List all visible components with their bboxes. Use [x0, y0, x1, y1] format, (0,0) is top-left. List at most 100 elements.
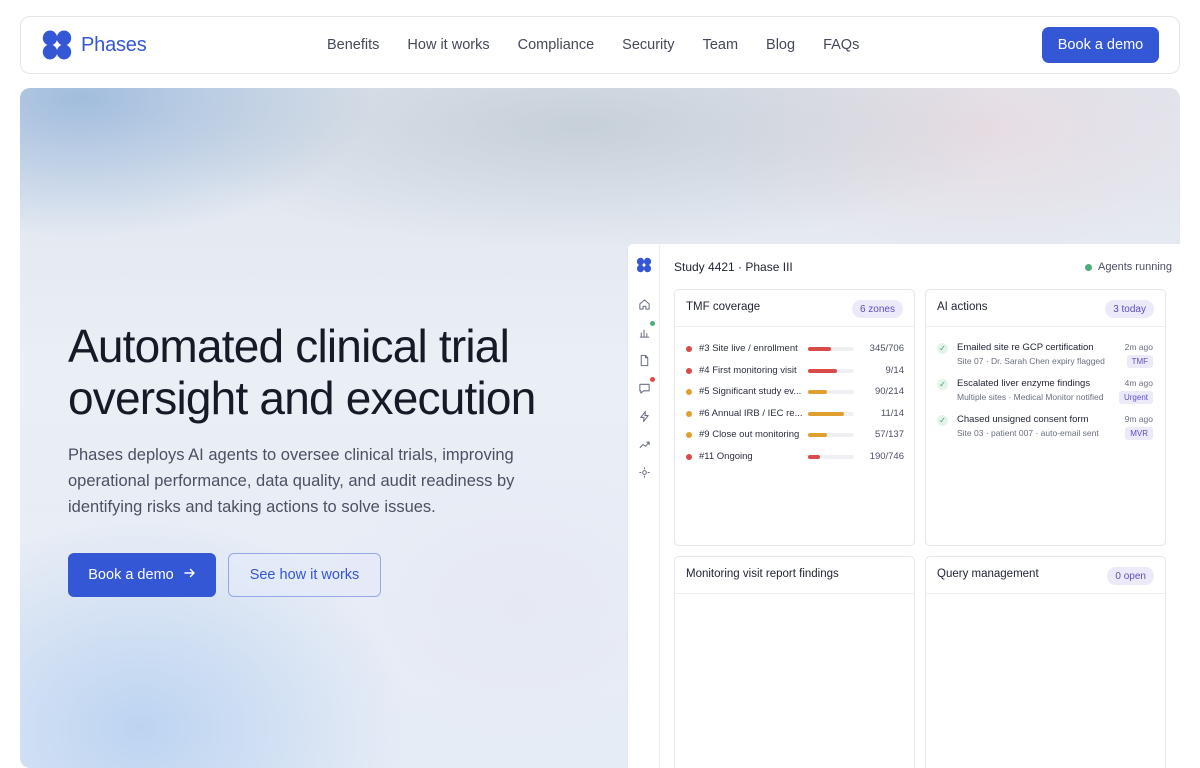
nav-link-how-it-works[interactable]: How it works [407, 37, 489, 53]
ai-action-detail: Site 07 · Dr. Sarah Chen expiry flagged [957, 356, 1105, 366]
hero-subtitle: Phases deploys AI agents to oversee clin… [68, 446, 515, 516]
status-dot [1085, 263, 1092, 271]
tmf-row-count: 345/706 [869, 343, 904, 354]
nav-link-benefits[interactable]: Benefits [327, 37, 379, 53]
tmf-progress-bar [808, 454, 854, 459]
nav-book-demo-button[interactable]: Book a demo [1042, 27, 1159, 63]
hero-see-how-it-works-button[interactable]: See how it works [228, 553, 381, 597]
trend-icon[interactable] [636, 436, 652, 452]
tmf-row[interactable]: #3 Site live / enrollment 345/706 [686, 342, 904, 356]
ai-action-time: 2m ago [1124, 342, 1153, 352]
nav-links: Benefits How it works Compliance Securit… [327, 37, 887, 53]
query-management-header: Query management 0 open [926, 557, 1165, 594]
tmf-progress-bar [808, 390, 854, 394]
ai-action-detail: Multiple sites · Medical Monitor notifie… [957, 392, 1104, 402]
nav-link-team[interactable]: Team [703, 37, 738, 53]
brand-logo[interactable]: Phases [41, 29, 147, 61]
check-circle-icon: ✓ [937, 379, 948, 390]
ai-action-tag: TMF [1126, 355, 1153, 368]
tmf-progress-fill [808, 368, 838, 373]
tmf-row-count: 90/214 [874, 386, 904, 397]
tmf-zones-badge: 6 zones [851, 300, 903, 318]
ai-actions-header: AI actions 3 today [926, 290, 1165, 327]
tmf-progress-bar [808, 368, 854, 373]
study-title: Study 4421 · Phase III [674, 260, 793, 274]
monitoring-findings-header: Monitoring visit report findings [675, 557, 914, 594]
ai-action-detail: Site 03 · patient 007 · auto-email sent [957, 428, 1099, 438]
check-circle-icon: ✓ [937, 343, 948, 354]
tmf-status-dot [686, 346, 692, 352]
dashboard-sidebar [628, 244, 660, 768]
agents-status: Agents running [1085, 261, 1172, 273]
ai-action-tag: Urgent [1118, 391, 1153, 404]
tmf-row-count: 9/14 [885, 364, 905, 376]
tmf-row[interactable]: #4 First monitoring visit 9/14 [686, 364, 904, 378]
chat-icon[interactable] [636, 380, 652, 396]
nav-link-compliance[interactable]: Compliance [518, 37, 595, 53]
tmf-progress-fill [808, 454, 820, 459]
arrow-right-icon [184, 567, 196, 583]
settings-icon[interactable] [636, 464, 652, 480]
ai-action-tag: MVR [1125, 427, 1153, 440]
tmf-row[interactable]: #11 Ongoing 190/746 [686, 450, 904, 464]
tmf-progress-fill [808, 411, 845, 416]
phases-mini-logo-icon[interactable] [636, 257, 652, 273]
tmf-row-label: #3 Site live / enrollment [699, 343, 798, 354]
nav-link-security[interactable]: Security [622, 37, 674, 53]
tmf-progress-fill [808, 390, 828, 394]
tmf-coverage-card[interactable]: TMF coverage 6 zones #3 Site live / enro… [674, 289, 915, 546]
tmf-status-dot [686, 389, 692, 395]
hero-section: Automated clinical trial oversight and e… [20, 88, 1180, 768]
ai-action-title: Emailed site re GCP certification [957, 342, 1094, 353]
nav-link-blog[interactable]: Blog [766, 37, 795, 53]
hero-book-demo-label: Book a demo [88, 567, 174, 583]
brand-name: Phases [81, 33, 147, 56]
tmf-row-count: 190/746 [869, 450, 904, 462]
dashboard-preview: Study 4421 · Phase III Agents running TM… [627, 243, 1180, 768]
tmf-progress-bar [808, 347, 854, 351]
query-management-title: Query management [937, 568, 1039, 580]
bar-chart-icon[interactable] [636, 324, 652, 340]
ai-action-time: 9m ago [1124, 414, 1153, 424]
tmf-status-dot [686, 453, 692, 460]
hero-book-demo-button[interactable]: Book a demo [68, 553, 216, 597]
chat-alert-dot [650, 377, 655, 382]
ai-actions-badge: 3 today [1105, 300, 1154, 318]
ai-action-title: Chased unsigned consent form [957, 414, 1089, 425]
phases-logo-icon [41, 29, 73, 61]
tmf-row[interactable]: #6 Annual IRB / IEC re... 11/14 [686, 407, 904, 421]
tmf-progress-fill [808, 433, 828, 437]
tmf-row-label: #4 First monitoring visit [699, 364, 797, 376]
tmf-row[interactable]: #9 Close out monitoring 57/137 [686, 428, 904, 442]
home-icon[interactable] [636, 296, 652, 312]
ai-action-item[interactable]: ✓ Emailed site re GCP certification Site 0… [937, 342, 1153, 376]
tmf-row-label: #9 Close out monitoring [699, 429, 800, 440]
tmf-progress-bar [808, 411, 854, 416]
agents-status-label: Agents running [1098, 261, 1172, 273]
open-queries-badge: 0 open [1107, 567, 1154, 585]
monitoring-findings-card[interactable]: Monitoring visit report findings [674, 556, 915, 768]
query-management-card[interactable]: Query management 0 open [925, 556, 1166, 768]
tmf-row-count: 57/137 [874, 429, 904, 440]
ai-action-item[interactable]: ✓ Chased unsigned consent form Site 03 · p… [937, 414, 1153, 448]
hero-title-line2: oversight and execution [68, 372, 536, 424]
ai-action-title: Escalated liver enzyme findings [957, 378, 1091, 389]
tmf-row-label: #5 Significant study ev... [699, 386, 802, 397]
document-icon[interactable] [636, 352, 652, 368]
ai-action-time: 4m ago [1124, 378, 1153, 388]
bolt-icon[interactable] [636, 408, 652, 424]
hero-title: Automated clinical trial oversight and e… [68, 320, 628, 424]
tmf-row-label: #6 Annual IRB / IEC re... [699, 407, 803, 419]
tmf-progress-fill [808, 347, 831, 351]
tmf-row[interactable]: #5 Significant study ev... 90/214 [686, 385, 904, 399]
monitoring-findings-title: Monitoring visit report findings [686, 568, 839, 580]
check-circle-icon: ✓ [937, 415, 948, 426]
tmf-status-dot [686, 410, 692, 417]
ai-actions-title: AI actions [937, 301, 988, 313]
tmf-status-dot [686, 367, 692, 374]
ai-actions-card[interactable]: AI actions 3 today ✓ Emailed site re GCP … [925, 289, 1166, 546]
hero-title-line1: Automated clinical trial [68, 320, 510, 372]
ai-action-item[interactable]: ✓ Escalated liver enzyme findings Multiple… [937, 378, 1153, 412]
nav-link-faqs[interactable]: FAQs [823, 37, 859, 53]
tmf-progress-bar [808, 433, 854, 437]
